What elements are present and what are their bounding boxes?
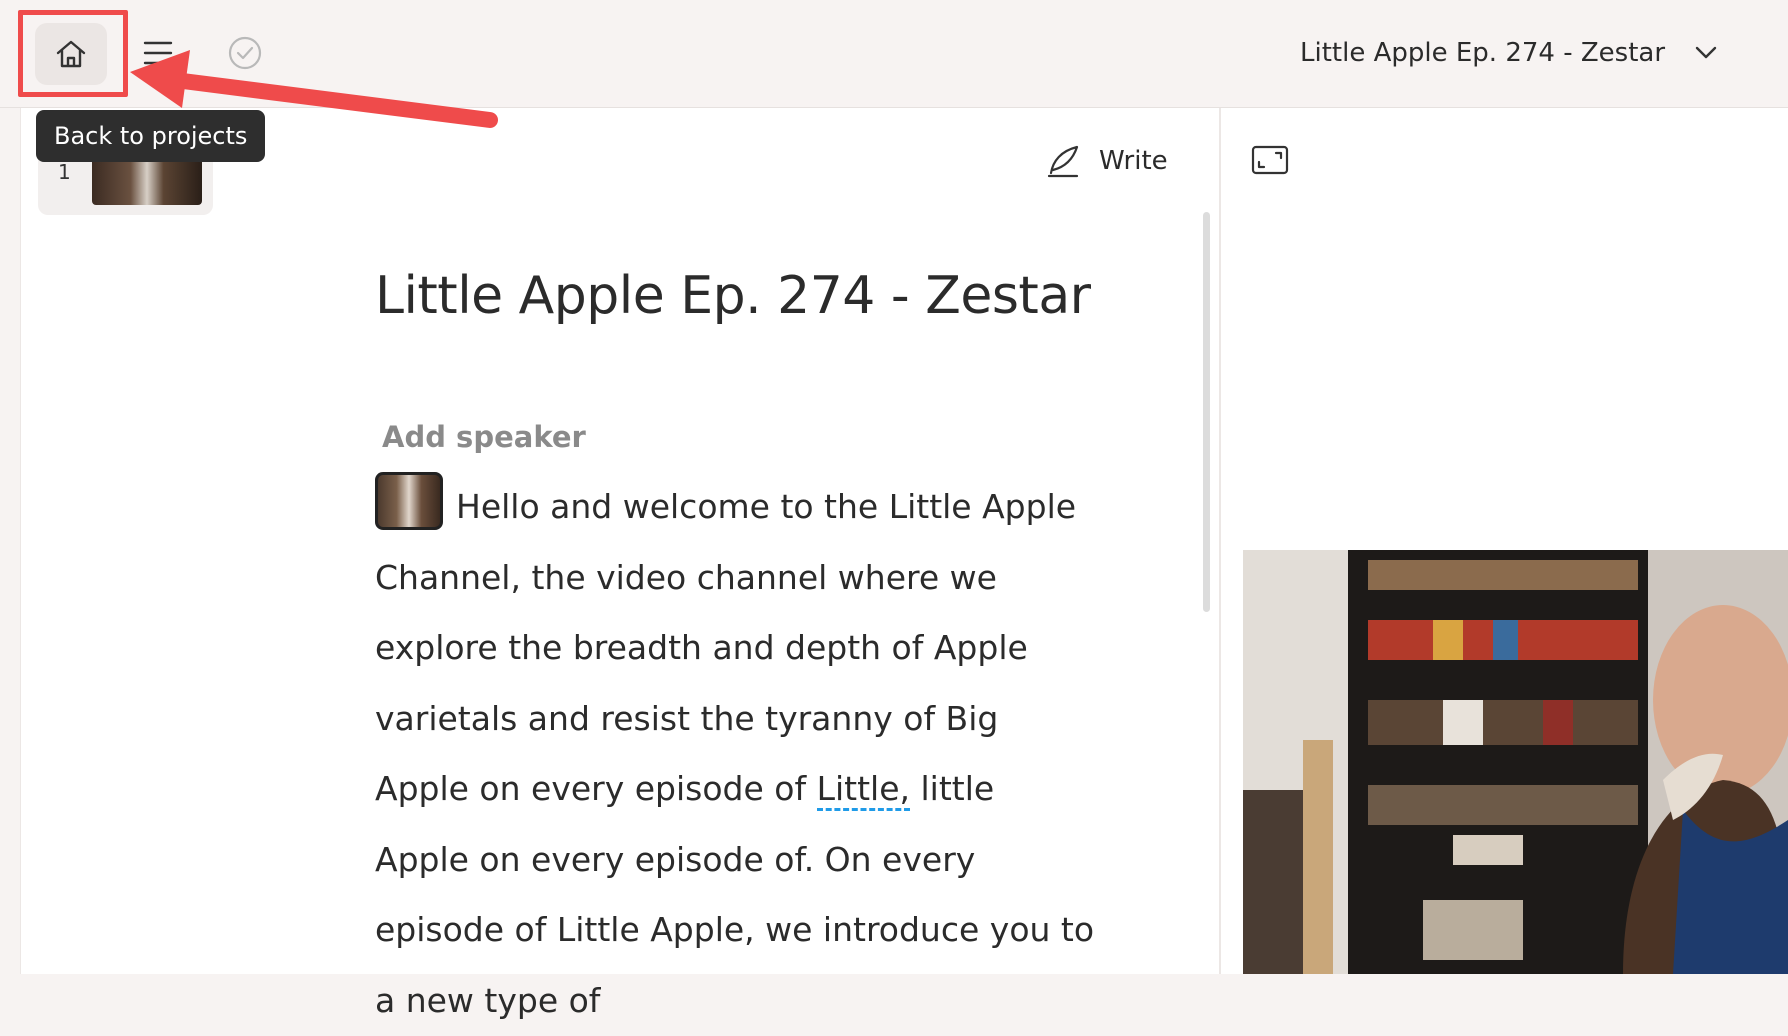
spelling-suggestion-word[interactable]: Little, bbox=[816, 769, 910, 811]
chevron-down-icon bbox=[1695, 46, 1717, 59]
check-circle-icon bbox=[228, 36, 262, 70]
video-preview[interactable] bbox=[1243, 550, 1788, 974]
hamburger-menu-icon bbox=[143, 41, 173, 65]
annotation-highlight-box bbox=[18, 10, 128, 97]
status-button[interactable] bbox=[226, 34, 264, 72]
quill-pen-icon bbox=[1047, 145, 1079, 178]
transcript-paragraph[interactable]: Hello and welcome to the Little Apple Ch… bbox=[375, 472, 1095, 1036]
menu-button[interactable] bbox=[140, 35, 176, 71]
top-bar: Little Apple Ep. 274 - Zestar bbox=[0, 0, 1788, 108]
write-label: Write bbox=[1099, 146, 1168, 176]
back-to-projects-tooltip: Back to projects bbox=[36, 110, 266, 162]
video-frame-image bbox=[1243, 550, 1788, 974]
transcript-text: Hello and welcome to the Little Apple Ch… bbox=[375, 487, 1077, 808]
project-title-dropdown[interactable]: Little Apple Ep. 274 - Zestar bbox=[1300, 30, 1717, 76]
scene-preview-image bbox=[92, 158, 202, 205]
write-mode-button[interactable]: Write bbox=[1045, 138, 1168, 184]
editor-scrollbar[interactable] bbox=[1203, 212, 1210, 612]
scene-number: 1 bbox=[58, 160, 71, 184]
aspect-ratio-icon[interactable] bbox=[1251, 144, 1289, 176]
add-speaker-button[interactable]: Add speaker bbox=[382, 420, 586, 454]
document-title[interactable]: Little Apple Ep. 274 - Zestar bbox=[375, 266, 1091, 326]
project-title: Little Apple Ep. 274 - Zestar bbox=[1300, 38, 1666, 68]
